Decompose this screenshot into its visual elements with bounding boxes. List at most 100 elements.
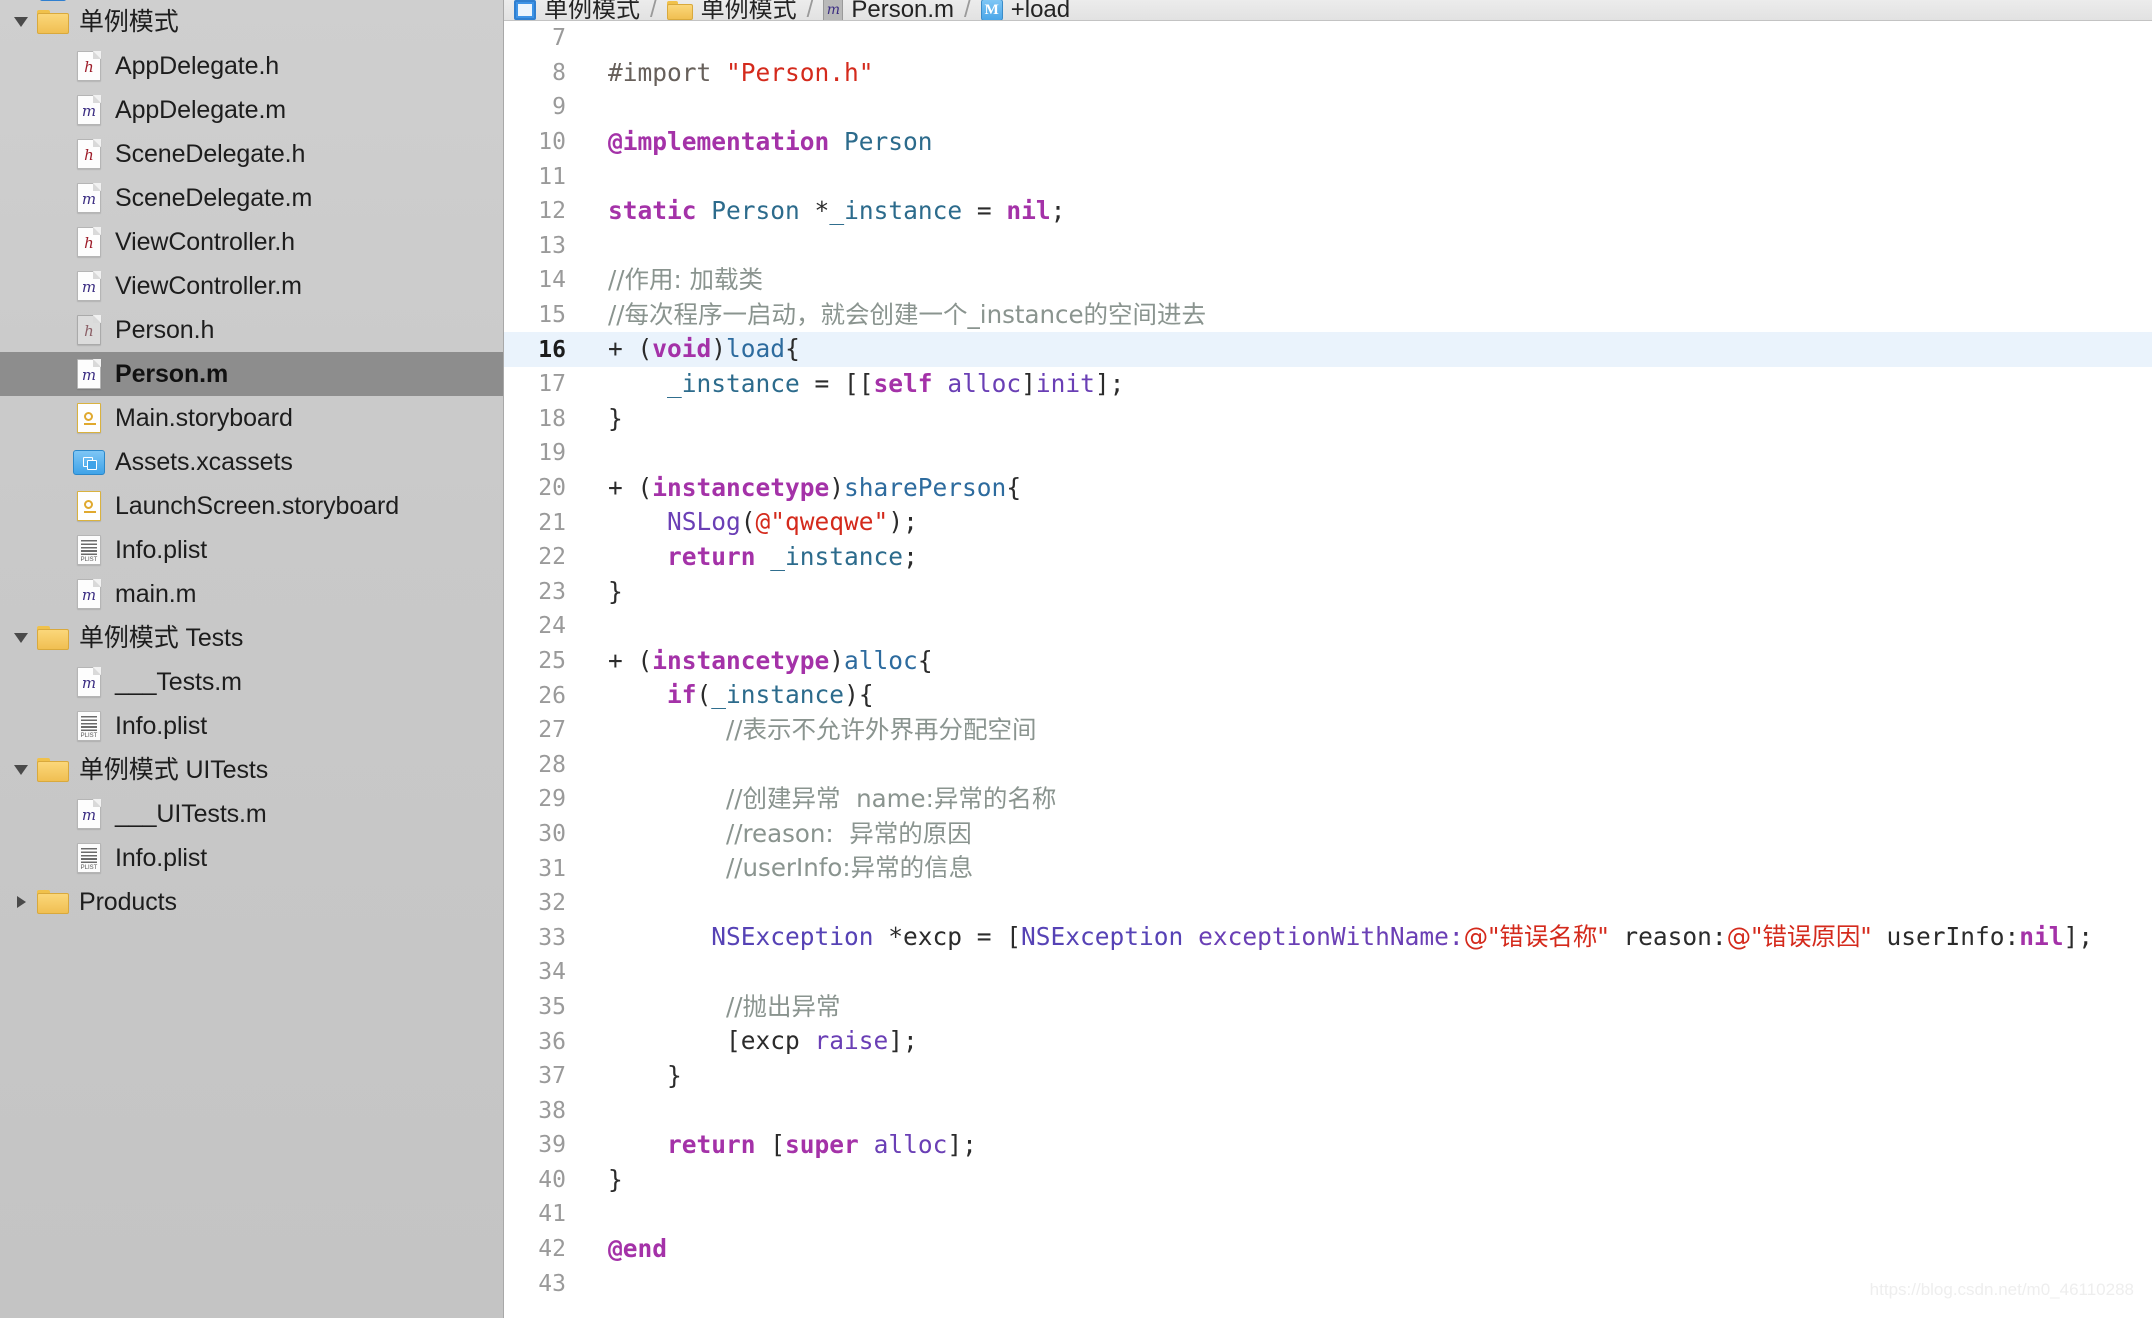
code-line[interactable]: 40} bbox=[504, 1163, 2152, 1198]
disclosure-triangle-open[interactable] bbox=[8, 9, 34, 35]
code-line[interactable]: 36 [excp raise]; bbox=[504, 1024, 2152, 1059]
code-line-text[interactable]: } bbox=[576, 406, 623, 432]
navigator-item-products[interactable]: Products bbox=[0, 880, 503, 924]
jump-bar-breadcrumb[interactable]: 单例模式 / 单例模式 / m Person.m / M +load bbox=[504, 0, 2152, 21]
code-line[interactable]: 35 //抛出异常 bbox=[504, 990, 2152, 1025]
disclosure-triangle-open[interactable] bbox=[8, 625, 34, 651]
navigator-item-main-m[interactable]: m main.m bbox=[0, 572, 503, 616]
code-line[interactable]: 42 @end bbox=[504, 1232, 2152, 1267]
project-navigator[interactable]: 单例模式单例模式hAppDelegate.hmAppDelegate.mhSce… bbox=[0, 0, 504, 1318]
code-line-text[interactable]: + (instancetype)alloc{ bbox=[576, 648, 933, 674]
code-line-text[interactable]: + (void)load{ bbox=[576, 337, 800, 362]
code-line-text[interactable]: @implementation Person bbox=[576, 129, 933, 155]
navigator-item--uitests-m[interactable]: m ___UITests.m bbox=[0, 792, 503, 836]
navigator-item--tests-m[interactable]: m ___Tests.m bbox=[0, 660, 503, 704]
navigator-item-viewcontroller-m[interactable]: m ViewController.m bbox=[0, 264, 503, 308]
navigator-item-main-storyboard[interactable]: Main.storyboard bbox=[0, 396, 503, 440]
code-line-text[interactable]: static Person *_instance = nil; bbox=[576, 198, 1065, 224]
code-line[interactable]: 18} bbox=[504, 402, 2152, 437]
code-area[interactable]: 7 8 #import "Person.h" 9 10 @implementation P… bbox=[504, 21, 2152, 1318]
code-line-text[interactable]: return _instance; bbox=[576, 542, 918, 571]
code-line-text[interactable]: + (instancetype)sharePerson{ bbox=[576, 475, 1021, 501]
code-line[interactable]: 15 //每次程序一启动，就会创建一个_instance的空间进去 bbox=[504, 298, 2152, 333]
code-line-text[interactable]: NSLog(@"qweqwe"); bbox=[576, 510, 918, 535]
code-line-text[interactable]: //抛出异常 bbox=[576, 994, 841, 1020]
code-line-text[interactable]: #import "Person.h" bbox=[576, 60, 874, 86]
code-line[interactable]: 26 if(_instance){ bbox=[504, 678, 2152, 713]
code-line[interactable]: 7 bbox=[504, 21, 2152, 56]
code-line[interactable]: 10 @implementation Person bbox=[504, 125, 2152, 160]
code-line[interactable]: 37 } bbox=[504, 1059, 2152, 1094]
breadcrumb-item--[interactable]: 单例模式 bbox=[514, 0, 640, 20]
code-line[interactable]: 29 //创建异常 name:异常的名称 bbox=[504, 782, 2152, 817]
navigator-item-label: AppDelegate.h bbox=[115, 51, 280, 80]
navigator-item-info-plist[interactable]: PLIST Info.plist bbox=[0, 836, 503, 880]
code-line[interactable]: 33 NSException *excp = [NSException exce… bbox=[504, 920, 2152, 955]
code-line-text[interactable]: [excp raise]; bbox=[576, 1029, 918, 1054]
navigator-item-launchscreen-storyboard[interactable]: LaunchScreen.storyboard bbox=[0, 484, 503, 528]
code-line-text[interactable]: //创建异常 name:异常的名称 bbox=[576, 786, 1056, 812]
breadcrumb-item--[interactable]: 单例模式 bbox=[666, 0, 797, 20]
code-line[interactable]: 21 NSLog(@"qweqwe"); bbox=[504, 505, 2152, 540]
code-line[interactable]: 11 bbox=[504, 159, 2152, 194]
navigator-item-scenedelegate-m[interactable]: m SceneDelegate.m bbox=[0, 176, 503, 220]
code-line[interactable]: 8 #import "Person.h" bbox=[504, 56, 2152, 91]
code-line[interactable]: 9 bbox=[504, 90, 2152, 125]
code-line-text[interactable]: @end bbox=[576, 1236, 667, 1262]
breadcrumb-item--load[interactable]: M +load bbox=[980, 0, 1070, 20]
navigator-item-info-plist[interactable]: PLIST Info.plist bbox=[0, 704, 503, 748]
code-line[interactable]: 39 return [super alloc]; bbox=[504, 1128, 2152, 1163]
code-line-text[interactable]: if(_instance){ bbox=[576, 683, 874, 708]
code-line[interactable]: 24 bbox=[504, 609, 2152, 644]
project-navigator-list[interactable]: 单例模式单例模式hAppDelegate.hmAppDelegate.mhSce… bbox=[0, 0, 503, 924]
code-line[interactable]: 23} bbox=[504, 575, 2152, 610]
code-line[interactable]: 17 _instance = [[self alloc]init]; bbox=[504, 367, 2152, 402]
code-line-text[interactable]: NSException *excp = [NSException excepti… bbox=[576, 925, 2093, 950]
code-line[interactable]: 31 //userInfo:异常的信息 bbox=[504, 851, 2152, 886]
navigator-item-person-m[interactable]: m Person.m bbox=[0, 352, 503, 396]
navigator-item-appdelegate-m[interactable]: m AppDelegate.m bbox=[0, 88, 503, 132]
code-line[interactable]: 20 + (instancetype)sharePerson{ bbox=[504, 471, 2152, 506]
code-line[interactable]: 14 //作用: 加载类 bbox=[504, 263, 2152, 298]
code-line-text[interactable]: } bbox=[576, 579, 623, 605]
code-line[interactable]: 28 bbox=[504, 747, 2152, 782]
breadcrumb-item-person-m[interactable]: m Person.m bbox=[823, 0, 954, 20]
code-line[interactable]: 34 bbox=[504, 955, 2152, 990]
code-line[interactable]: 32 bbox=[504, 886, 2152, 921]
code-line-text[interactable]: } bbox=[576, 1167, 623, 1193]
code-line-text[interactable]: //userInfo:异常的信息 bbox=[576, 856, 973, 881]
navigator-item-person-h[interactable]: h Person.h bbox=[0, 308, 503, 352]
code-line-text[interactable]: return [super alloc]; bbox=[576, 1132, 977, 1158]
code-line[interactable]: 41 bbox=[504, 1197, 2152, 1232]
code-line[interactable]: 38 bbox=[504, 1093, 2152, 1128]
code-line[interactable]: 27 //表示不允许外界再分配空间 bbox=[504, 713, 2152, 748]
code-line-text[interactable]: //每次程序一启动，就会创建一个_instance的空间进去 bbox=[576, 302, 1206, 328]
code-line[interactable]: 22 return _instance; bbox=[504, 540, 2152, 575]
code-line-text[interactable]: } bbox=[576, 1063, 682, 1089]
code-line[interactable]: 30 //reason: 异常的原因 bbox=[504, 817, 2152, 852]
navigator-item-info-plist[interactable]: PLIST Info.plist bbox=[0, 528, 503, 572]
navigator-item--tests[interactable]: 单例模式 Tests bbox=[0, 616, 503, 660]
code-line[interactable]: 43 bbox=[504, 1266, 2152, 1301]
code-line[interactable]: 16 + (void)load{ bbox=[504, 332, 2152, 367]
code-line-text[interactable]: _instance = [[self alloc]init]; bbox=[576, 369, 1124, 398]
disclosure-triangle-open[interactable] bbox=[8, 757, 34, 783]
code-line-text[interactable]: //表示不允许外界再分配空间 bbox=[576, 717, 1037, 743]
code-line[interactable]: 12 static Person *_instance = nil; bbox=[504, 194, 2152, 229]
code-line[interactable]: 19 bbox=[504, 436, 2152, 471]
disclosure-triangle-closed[interactable] bbox=[8, 889, 34, 915]
navigator-item-viewcontroller-h[interactable]: h ViewController.h bbox=[0, 220, 503, 264]
code-line-text[interactable]: //reason: 异常的原因 bbox=[576, 821, 972, 847]
code-line[interactable]: 25 + (instancetype)alloc{ bbox=[504, 644, 2152, 679]
code-line-text[interactable]: //作用: 加载类 bbox=[576, 267, 763, 293]
project-root-label: 单例模式 bbox=[79, 0, 179, 2]
code-token: load bbox=[726, 334, 786, 364]
navigator-item--[interactable]: 单例模式 bbox=[0, 0, 503, 44]
navigator-item--uitests[interactable]: 单例模式 UITests bbox=[0, 748, 503, 792]
navigator-item-assets-xcassets[interactable]: Assets.xcassets bbox=[0, 440, 503, 484]
navigator-item-scenedelegate-h[interactable]: h SceneDelegate.h bbox=[0, 132, 503, 176]
navigator-item-appdelegate-h[interactable]: h AppDelegate.h bbox=[0, 44, 503, 88]
code-line[interactable]: 13 bbox=[504, 229, 2152, 264]
